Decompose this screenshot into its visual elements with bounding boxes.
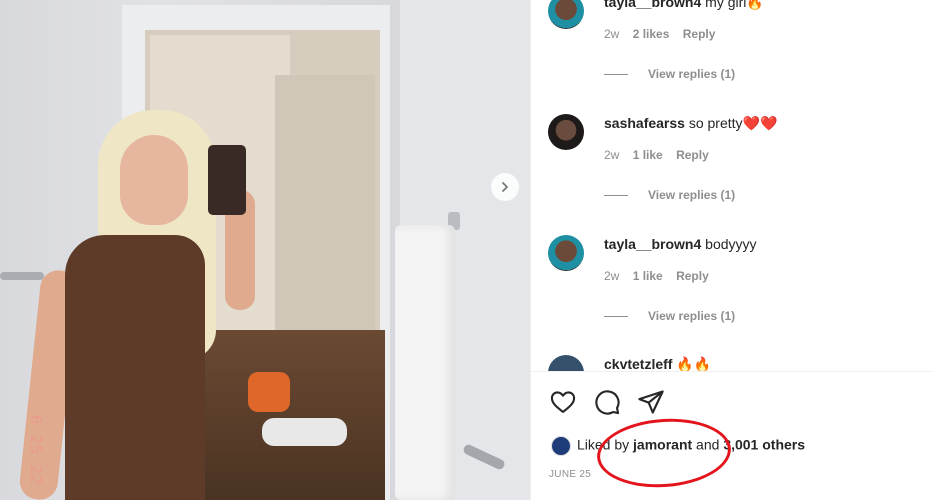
comment-body: so pretty❤️❤️ <box>688 115 778 131</box>
person-face <box>120 135 188 225</box>
like-button[interactable] <box>549 388 577 416</box>
reply-button[interactable]: Reply <box>676 148 709 162</box>
comment-username[interactable]: ckvtetzleff <box>604 356 672 371</box>
avatar[interactable] <box>548 114 584 150</box>
chevron-right-icon <box>502 182 508 192</box>
comment-likes[interactable]: 1 like <box>633 269 663 283</box>
view-replies-label: View replies (1) <box>648 67 736 81</box>
avatar[interactable] <box>548 0 584 29</box>
avatar[interactable] <box>548 235 584 271</box>
divider-line <box>604 316 628 318</box>
comment-likes[interactable]: 2 likes <box>633 27 670 41</box>
share-button[interactable] <box>637 388 665 416</box>
comment-icon <box>595 390 620 415</box>
comment-meta: 2w 2 likes Reply <box>604 27 725 41</box>
send-icon <box>638 390 664 414</box>
clothes-pile <box>248 372 290 412</box>
view-replies-button[interactable]: View replies (1) <box>604 309 735 323</box>
towel-bar <box>0 272 44 280</box>
avatar[interactable] <box>548 355 584 371</box>
person-dress <box>65 235 205 500</box>
comment-time: 2w <box>604 27 620 41</box>
comment-text: tayla__brown4 bodyyyy <box>604 235 757 253</box>
view-replies-label: View replies (1) <box>648 188 736 202</box>
comment-username[interactable]: tayla__brown4 <box>604 0 701 10</box>
next-photo-button[interactable] <box>491 173 519 201</box>
comment-body: bodyyyy <box>705 236 757 252</box>
post-date[interactable]: JUNE 25 <box>549 469 591 480</box>
liked-others-count[interactable]: 3,001 others <box>723 437 805 453</box>
view-replies-label: View replies (1) <box>648 309 736 323</box>
post-side-panel: tayla__brown4 my girl🔥 2w 2 likes Reply … <box>530 0 933 500</box>
comment-username[interactable]: sashafearss <box>604 115 685 131</box>
view-replies-button[interactable]: View replies (1) <box>604 188 735 202</box>
photo-date-stamp: 6 25 22 <box>27 415 45 486</box>
comment-text: tayla__brown4 my girl🔥 <box>604 0 764 11</box>
liker-avatar <box>551 436 571 456</box>
reply-button[interactable]: Reply <box>676 269 709 283</box>
comment-body: my girl🔥 <box>705 0 764 10</box>
comment-text: sashafearss so pretty❤️❤️ <box>604 114 777 132</box>
comment-likes[interactable]: 1 like <box>633 148 663 162</box>
comment-button[interactable] <box>593 388 621 416</box>
comment-time: 2w <box>604 269 620 283</box>
reply-button[interactable]: Reply <box>683 27 716 41</box>
towel <box>395 225 455 500</box>
comment-meta: 2w 1 like Reply <box>604 148 719 162</box>
action-bar: Liked by jamorant and 3,001 others JUNE … <box>531 371 933 500</box>
divider-line <box>604 195 628 197</box>
comment-meta: 2w 1 like Reply <box>604 269 719 283</box>
view-replies-button[interactable]: View replies (1) <box>604 67 735 81</box>
comments-list[interactable]: tayla__brown4 my girl🔥 2w 2 likes Reply … <box>531 0 933 371</box>
post-photo[interactable]: 6 25 22 <box>0 0 530 500</box>
divider-line <box>604 74 628 76</box>
shoes <box>262 418 347 446</box>
comment-text: ckvtetzleff 🔥🔥 <box>604 355 711 371</box>
heart-icon <box>550 391 576 413</box>
comment-body: 🔥🔥 <box>676 356 712 371</box>
phone <box>208 145 246 215</box>
comment-time: 2w <box>604 148 620 162</box>
comment-username[interactable]: tayla__brown4 <box>604 236 701 252</box>
red-annotation-circle <box>594 414 734 492</box>
